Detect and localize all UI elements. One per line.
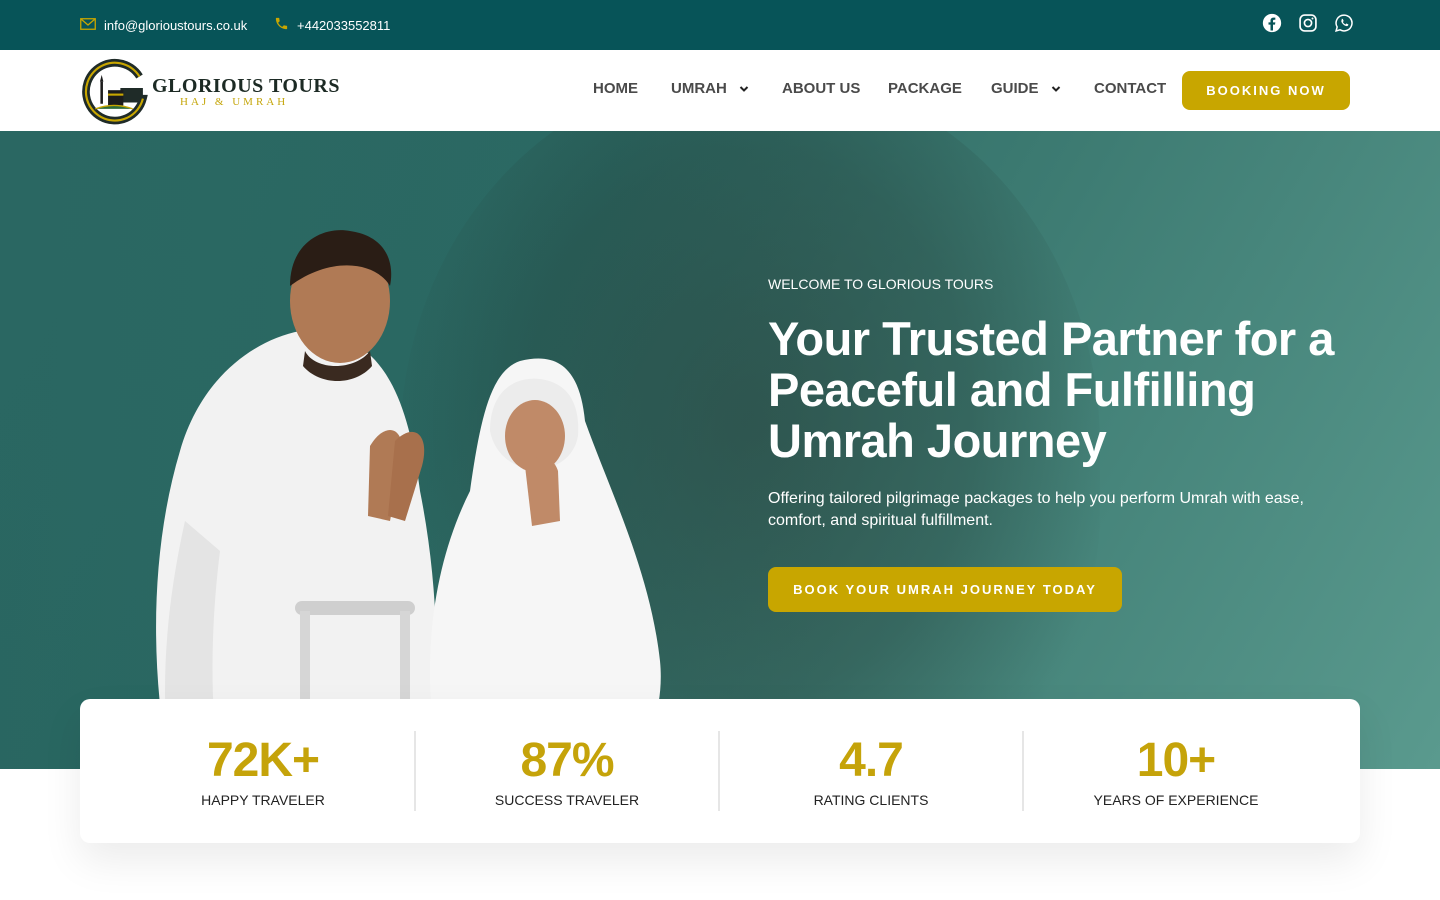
stat-value: 87% (520, 734, 614, 787)
nav-umrah[interactable]: UMRAH (671, 80, 749, 97)
instagram-icon[interactable] (1298, 13, 1318, 33)
nav-home[interactable]: HOME (593, 80, 638, 97)
top-phone[interactable]: +442033552811 (274, 0, 390, 50)
phone-text: +442033552811 (297, 17, 391, 33)
stat-label: RATING CLIENTS (813, 792, 929, 808)
stat-success-traveler: 87% SUCCESS TRAVELER (415, 699, 719, 843)
stat-label: YEARS OF EXPERIENCE (1093, 792, 1259, 808)
nav-about-label: ABOUT US (782, 80, 861, 97)
nav-guide[interactable]: GUIDE (991, 80, 1061, 97)
pilgrims-praying-image (156, 230, 661, 769)
nav-package-label: PACKAGE (888, 80, 962, 97)
stat-value: 4.7 (839, 734, 904, 787)
stat-happy-traveler: 72K+ HAPPY TRAVELER (111, 699, 415, 843)
stat-value: 72K+ (206, 734, 320, 787)
facebook-icon[interactable] (1262, 13, 1282, 33)
hero-headline: Your Trusted Partner for a Peaceful and … (768, 312, 1334, 467)
book-umrah-journey-button[interactable]: BOOK YOUR UMRAH JOURNEY TODAY (768, 567, 1122, 612)
stat-label: SUCCESS TRAVELER (494, 792, 640, 808)
stat-rating-clients: 4.7 RATING CLIENTS (719, 699, 1023, 843)
envelope-icon (80, 17, 96, 33)
chevron-down-icon (739, 84, 749, 94)
stat-label: HAPPY TRAVELER (201, 792, 325, 808)
hero-subtext: Offering tailored pilgrimage packages to… (768, 490, 1304, 529)
whatsapp-icon[interactable] (1334, 13, 1354, 33)
stat-value: 10+ (1136, 734, 1216, 787)
hero-section: WELCOME TO GLORIOUS TOURS Your Trusted P… (0, 131, 1440, 769)
main-header: GLORIOUS TOURS HAJ & UMRAH HOME UMRAH AB… (0, 50, 1440, 131)
chevron-down-icon (1051, 84, 1061, 94)
phone-icon (274, 16, 289, 34)
nav-contact-label: CONTACT (1094, 80, 1167, 97)
stats-panel: 72K+ HAPPY TRAVELER 87% SUCCESS TRAVELER… (80, 699, 1360, 843)
nav-contact[interactable]: CONTACT (1094, 80, 1166, 97)
hero-eyebrow: WELCOME TO GLORIOUS TOURS (768, 276, 994, 292)
nav-umrah-label: UMRAH (671, 80, 727, 97)
main-nav: HOME UMRAH ABOUT US PACKAGE GUIDE CONTAC… (0, 50, 1440, 131)
nav-package[interactable]: PACKAGE (888, 80, 962, 97)
top-bar: info@glorioustours.co.uk +442033552811 (0, 0, 1440, 50)
top-email[interactable]: info@glorioustours.co.uk (80, 0, 247, 50)
stat-years-experience: 10+ YEARS OF EXPERIENCE (1024, 699, 1328, 843)
nav-home-label: HOME (593, 80, 638, 97)
nav-about-us[interactable]: ABOUT US (782, 80, 860, 97)
booking-now-button[interactable]: BOOKING NOW (1182, 71, 1350, 110)
social-links (1262, 13, 1354, 33)
email-text: info@glorioustours.co.uk (104, 17, 248, 33)
nav-guide-label: GUIDE (991, 80, 1039, 97)
